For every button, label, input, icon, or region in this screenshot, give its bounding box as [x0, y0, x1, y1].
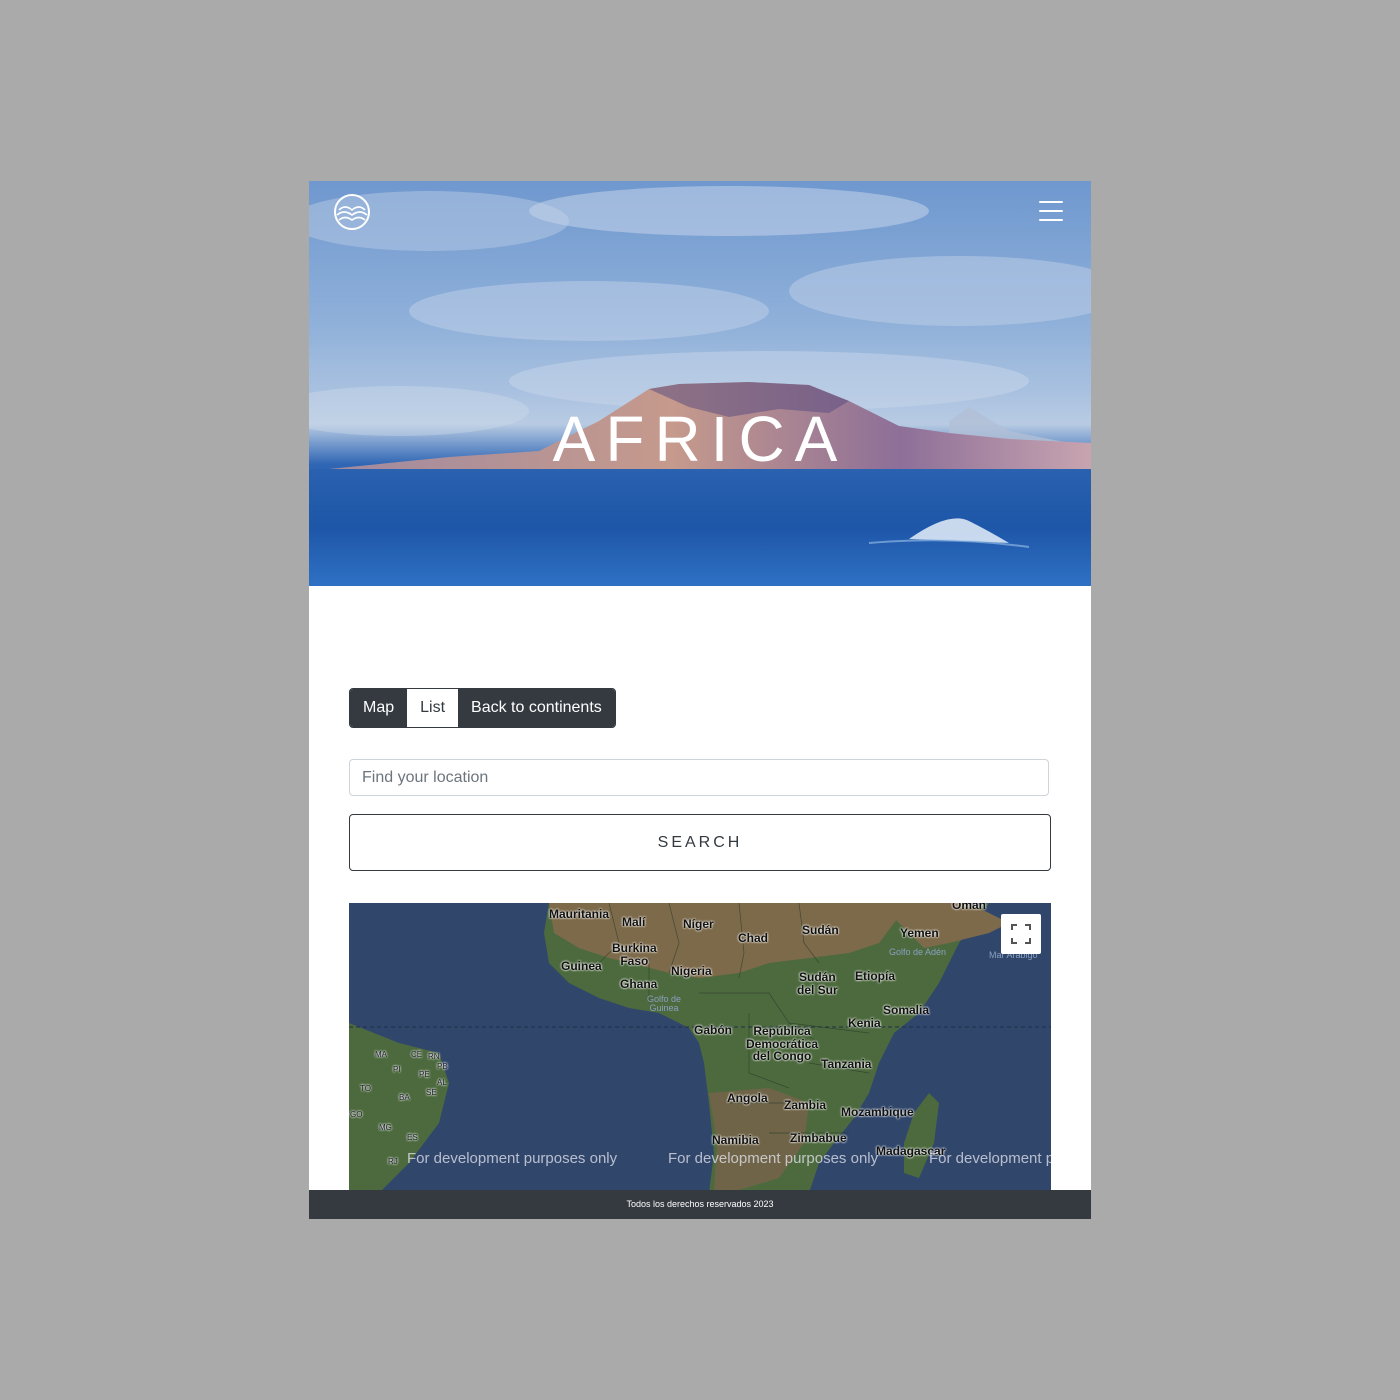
map-label-state-es: ES — [407, 1133, 418, 1142]
map-label-sudan: Sudán — [802, 923, 839, 937]
map-label-state-se: SE — [426, 1088, 437, 1097]
page: AFRICA Map List Back to continents SEARC… — [309, 181, 1091, 1219]
map-label-drc: República Democrática del Congo — [746, 1024, 819, 1064]
map-label-yemen: Yemen — [900, 926, 939, 940]
map-label-mali: Malí — [622, 915, 646, 929]
map-label-chad: Chad — [738, 931, 768, 945]
map-watermark: For development purposes only — [668, 1150, 879, 1167]
map-label-gulf-aden: Golfo de Adén — [889, 947, 947, 957]
map-label-ethiopia: Etiopía — [855, 969, 896, 983]
map-label-gulf-guinea: Golfo de Guinea — [647, 994, 682, 1014]
map-label-namibia: Namibia — [712, 1133, 759, 1147]
map-view-button[interactable]: Map — [350, 689, 408, 727]
footer-copyright: Todos los derechos reservados 2023 — [309, 1190, 1091, 1219]
list-view-button[interactable]: List — [407, 689, 459, 727]
map-label-angola: Angola — [727, 1091, 768, 1105]
map-label-mauritania: Mauritania — [549, 907, 610, 921]
map-view[interactable]: Omán Mauritania Malí Níger Chad Sudán Ye… — [349, 903, 1051, 1193]
fullscreen-icon[interactable] — [1001, 914, 1041, 954]
map-watermark: For development purposes only — [929, 1150, 1051, 1167]
map-label-zimbabwe: Zimbabue — [790, 1131, 847, 1145]
view-toggle-group: Map List Back to continents — [349, 688, 616, 728]
map-label-state-ba: BA — [399, 1093, 410, 1102]
map-label-state-pb: PB — [437, 1062, 448, 1071]
map-label-state-mg: MG — [379, 1123, 392, 1132]
map-label-state-pe: PE — [419, 1070, 430, 1079]
map-label-state-rn: RN — [428, 1052, 440, 1061]
map-label-somalia: Somalia — [883, 1003, 930, 1017]
map-label-state-al: AL — [437, 1078, 447, 1087]
map-label-state-rj: RJ — [388, 1157, 398, 1166]
page-title: AFRICA — [552, 403, 848, 475]
map-label-tanzania: Tanzania — [821, 1057, 872, 1071]
map-label-state-ma: MA — [375, 1050, 387, 1059]
search-button[interactable]: SEARCH — [349, 814, 1051, 871]
map-label-mozambique: Mozambique — [841, 1105, 914, 1119]
map-watermark: For development purposes only — [407, 1150, 618, 1167]
location-search-input[interactable] — [349, 759, 1049, 796]
map-label-burkina: Burkina Faso — [612, 941, 657, 968]
map-label-state-go: GO — [350, 1110, 363, 1119]
map-label-kenya: Kenia — [848, 1016, 881, 1030]
map-label-nigeria: Nigeria — [671, 964, 712, 978]
hero-landscape-image — [309, 186, 1091, 586]
waves-circle-logo-icon[interactable] — [333, 193, 371, 231]
map-label-gabon: Gabón — [694, 1023, 732, 1037]
map-label-state-pi: PI — [393, 1065, 401, 1074]
map-label-ghana: Ghana — [620, 977, 658, 991]
map-label-zambia: Zambia — [784, 1098, 827, 1112]
hero-banner: AFRICA — [309, 181, 1091, 586]
map-label-south-sudan: Sudán del Sur — [797, 970, 838, 997]
map-label-niger: Níger — [683, 917, 714, 931]
map-label-oman: Omán — [952, 903, 987, 912]
map-label-guinea: Guinea — [561, 959, 602, 973]
back-to-continents-button[interactable]: Back to continents — [458, 689, 615, 727]
hamburger-menu-icon[interactable] — [1039, 201, 1065, 223]
map-label-state-to: TO — [360, 1084, 371, 1093]
map-label-state-ce: CE — [411, 1050, 423, 1059]
